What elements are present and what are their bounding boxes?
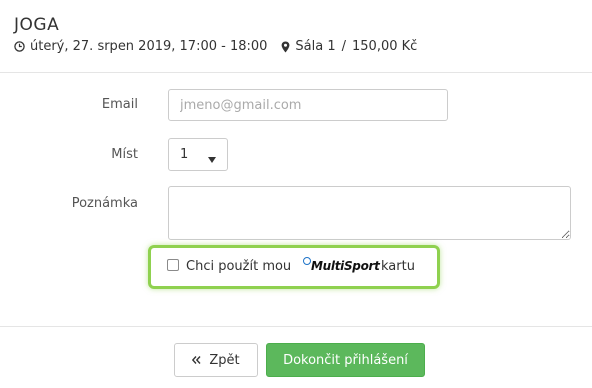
multisport-text-before: Chci použít mou [186,259,292,274]
footer-divider [0,326,592,327]
modal-header: JOGA úterý, 27. srpen 2019, 17:00 - 18:0… [0,0,592,73]
multisport-logo-icon [303,257,311,265]
meta-separator: / [341,39,347,54]
back-button-label: Zpět [209,352,240,368]
multisport-text-after: kartu [381,259,415,274]
caret-down-icon [208,152,216,167]
finish-registration-button[interactable]: Dokončit přihlášení [266,343,425,377]
places-select-value: 1 [180,147,189,162]
email-label: Email [101,97,138,112]
back-button[interactable]: Zpět [174,343,258,377]
event-meta: úterý, 27. srpen 2019, 17:00 - 18:00 Sál… [14,39,417,54]
places-label: Míst [111,147,138,162]
places-select[interactable]: 1 [168,138,228,171]
multisport-logo: MultiSport [311,259,380,273]
finish-button-label: Dokončit přihlášení [283,352,408,368]
event-title: JOGA [14,15,60,35]
map-marker-icon [281,41,290,53]
email-input[interactable] [168,89,448,121]
registration-modal: JOGA úterý, 27. srpen 2019, 17:00 - 18:0… [0,0,592,388]
note-textarea[interactable] [168,186,571,240]
note-label: Poznámka [71,196,138,211]
multisport-checkbox[interactable] [167,259,179,271]
clock-icon [14,41,25,52]
event-price: 150,00 Kč [352,39,418,54]
event-location: Sála 1 [295,39,336,54]
event-datetime: úterý, 27. srpen 2019, 17:00 - 18:00 [30,39,268,54]
double-chevron-left-icon [192,353,201,368]
